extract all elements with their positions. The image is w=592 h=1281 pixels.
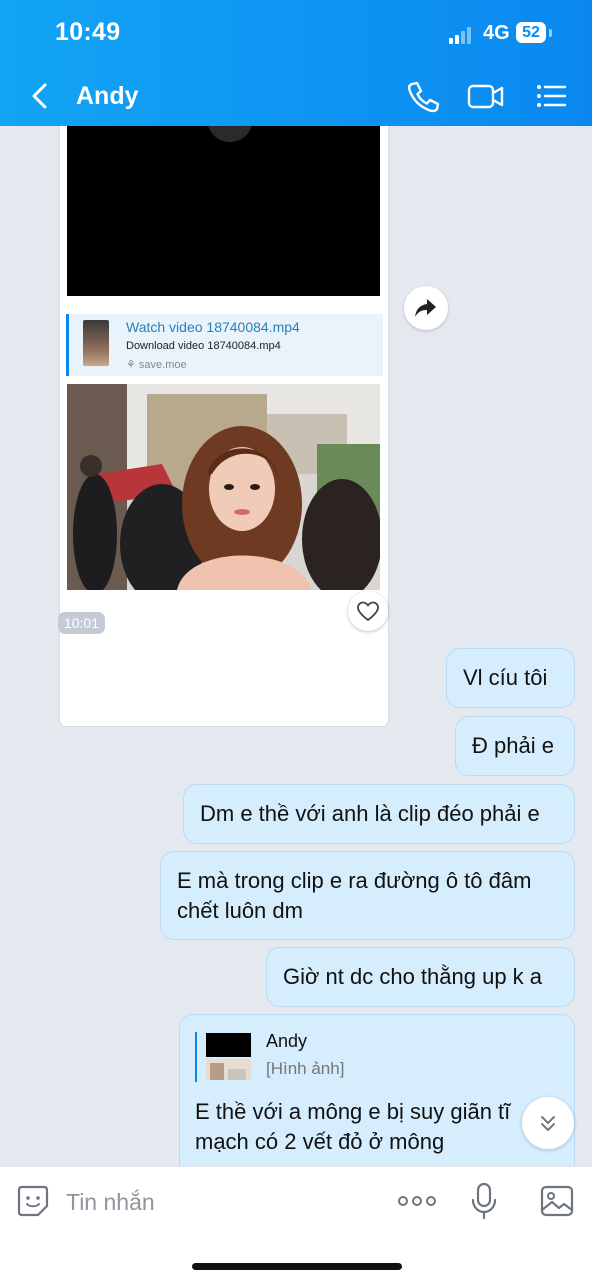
more-dots-icon — [398, 1196, 436, 1206]
reply-text: E thề với a mông e bị suy giãn tĩ mạch c… — [195, 1099, 511, 1154]
voice-call-button[interactable] — [404, 78, 442, 114]
back-button[interactable] — [26, 80, 56, 112]
list-menu-icon — [537, 85, 567, 107]
outgoing-reply-message[interactable]: Andy [Hình ảnh] E thề với a mông e bị su… — [179, 1014, 575, 1166]
link-thumbnail — [83, 320, 109, 366]
link-title[interactable]: Watch video 18740084.mp4 — [126, 319, 300, 335]
video-call-button[interactable] — [466, 78, 504, 114]
outgoing-message[interactable]: Đ phải e — [455, 716, 575, 776]
quoted-image-thumbnail — [206, 1033, 251, 1080]
video-player[interactable] — [67, 126, 380, 296]
quote-bar — [195, 1032, 197, 1082]
play-icon — [207, 126, 253, 142]
message-composer — [0, 1166, 592, 1281]
outgoing-message[interactable]: Giờ nt dc cho thằng up k a — [266, 947, 575, 1007]
voice-message-button[interactable] — [470, 1181, 498, 1221]
battery-tip — [549, 29, 552, 37]
link-preview[interactable]: Watch video 18740084.mp4 Download video … — [66, 314, 383, 376]
link-domain: ⚘ save.moe — [126, 358, 187, 371]
menu-button[interactable] — [533, 78, 571, 114]
chat-area[interactable]: Watch video 18740084.mp4 Download video … — [0, 126, 592, 1166]
incoming-media-message[interactable]: Watch video 18740084.mp4 Download video … — [60, 126, 388, 726]
chat-header: Andy — [0, 66, 592, 126]
status-time: 10:49 — [55, 18, 121, 46]
play-button[interactable] — [207, 126, 253, 142]
status-bar: 10:49 4G 52 — [0, 0, 592, 66]
photo-image — [67, 384, 380, 590]
quoted-sender: Andy — [266, 1031, 308, 1051]
network-type: 4G — [483, 22, 510, 44]
phone-icon — [407, 81, 440, 113]
microphone-icon — [471, 1182, 497, 1220]
double-chevron-down-icon — [541, 1116, 555, 1131]
outgoing-message[interactable]: E mà trong clip e ra đường ô tô đâm chết… — [160, 851, 575, 940]
message-time: 10:01 — [58, 612, 105, 634]
chevron-left-icon — [32, 83, 47, 109]
outgoing-message[interactable]: Vl cíu tôi — [446, 648, 575, 708]
link-subtitle: Download video 18740084.mp4 — [126, 340, 281, 352]
scroll-to-bottom-button[interactable] — [522, 1097, 574, 1149]
forward-button[interactable] — [404, 286, 448, 330]
outgoing-message[interactable]: Dm e thề với anh là clip đéo phải e — [183, 784, 575, 844]
heart-icon — [357, 601, 379, 621]
image-icon — [540, 1185, 574, 1217]
react-button[interactable] — [348, 591, 388, 631]
home-indicator — [192, 1263, 402, 1270]
image-picker-button[interactable] — [539, 1184, 575, 1218]
link-domain-text: save.moe — [138, 359, 187, 371]
message-input[interactable] — [64, 1181, 368, 1223]
globe-icon: ⚘ — [126, 359, 139, 371]
contact-name[interactable]: Andy — [76, 82, 139, 111]
sticker-button[interactable] — [16, 1184, 50, 1218]
signal-icon — [449, 26, 475, 44]
battery-icon: 52 — [516, 22, 546, 43]
quoted-type: [Hình ảnh] — [266, 1059, 345, 1078]
share-arrow-icon — [415, 299, 436, 317]
more-options-button[interactable] — [397, 1191, 437, 1211]
shared-photo[interactable] — [67, 384, 380, 590]
video-camera-icon — [467, 84, 504, 109]
sticker-smile-icon — [17, 1185, 49, 1217]
